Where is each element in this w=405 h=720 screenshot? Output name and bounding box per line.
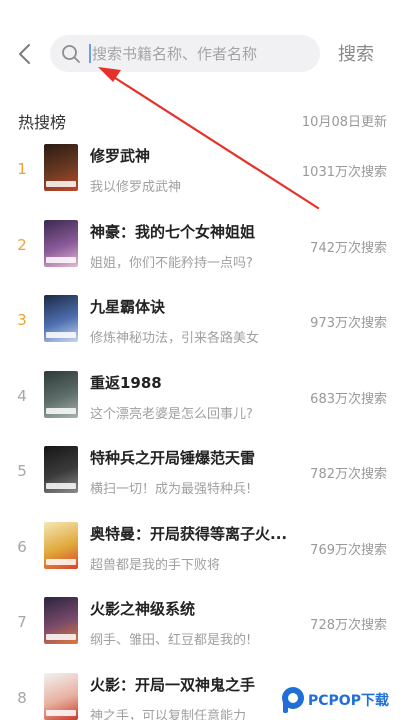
watermark: PCPOP下载 bbox=[278, 684, 405, 720]
book-description: 超兽都是我的手下败将 bbox=[90, 557, 221, 573]
search-input[interactable] bbox=[92, 35, 312, 72]
update-time: 10月08日更新 bbox=[301, 115, 387, 130]
book-title[interactable]: 火影之神级系统 bbox=[90, 598, 195, 619]
book-description: 横扫一切！成为最强特种兵! bbox=[90, 482, 252, 497]
cover-title-strip bbox=[46, 181, 76, 187]
cover-title-strip bbox=[46, 634, 76, 640]
book-title[interactable]: 九星霸体诀 bbox=[90, 296, 165, 317]
rank-number: 4 bbox=[17, 386, 27, 405]
cover-title-strip bbox=[46, 256, 76, 263]
book-cover[interactable] bbox=[44, 295, 78, 342]
book-cover[interactable] bbox=[44, 144, 78, 191]
search-button[interactable]: 搜索 bbox=[338, 40, 374, 66]
book-cover[interactable] bbox=[44, 219, 78, 267]
top-bar: 搜索 bbox=[0, 0, 405, 100]
search-count: 728万次搜索 bbox=[310, 618, 387, 633]
search-bar[interactable] bbox=[50, 35, 320, 72]
search-icon bbox=[62, 45, 80, 63]
book-title[interactable]: 神豪：我的七个女神姐姐 bbox=[90, 221, 255, 242]
cover-title-strip bbox=[46, 332, 76, 338]
book-description: 修炼神秘功法，引来各路美女 bbox=[90, 331, 260, 346]
search-count: 973万次搜索 bbox=[310, 316, 387, 331]
rank-number: 1 bbox=[17, 160, 27, 178]
book-title[interactable]: 特种兵之开局锤爆范天雷 bbox=[90, 447, 255, 468]
book-cover[interactable] bbox=[44, 521, 78, 569]
search-count: 782万次搜索 bbox=[310, 467, 387, 482]
rank-number: 7 bbox=[17, 613, 27, 631]
book-description: 纲手、雏田、红豆都是我的! bbox=[90, 633, 252, 648]
text-cursor bbox=[89, 44, 91, 63]
rank-number: 8 bbox=[17, 688, 27, 707]
rank-number: 6 bbox=[17, 537, 27, 556]
watermark-text: PCPOP下载 bbox=[308, 693, 389, 709]
book-cover[interactable] bbox=[44, 597, 78, 644]
book-cover[interactable] bbox=[44, 672, 78, 720]
book-title[interactable]: 火影：开局一双神鬼之手 bbox=[90, 674, 255, 695]
book-description: 神之手，可以复制任意能力 bbox=[90, 708, 247, 720]
pcpop-logo-icon bbox=[282, 687, 304, 713]
rank-number: 5 bbox=[17, 462, 27, 480]
cover-title-strip bbox=[46, 558, 76, 565]
cover-title-strip bbox=[46, 407, 76, 414]
search-count: 769万次搜索 bbox=[310, 542, 387, 558]
rank-number: 3 bbox=[17, 311, 27, 329]
back-arrow-icon[interactable] bbox=[14, 40, 36, 68]
book-title[interactable]: 奥特曼：开局获得等离子火... bbox=[90, 523, 287, 544]
book-description: 姐姐，你们不能矜持一点吗? bbox=[90, 255, 253, 271]
cover-title-strip bbox=[46, 483, 76, 489]
hot-search-item[interactable]: 2 神豪：我的七个女神姐姐姐姐，你们不能矜持一点吗? 742万次搜索 bbox=[0, 213, 405, 289]
book-cover[interactable] bbox=[44, 446, 78, 493]
book-title[interactable]: 重返1988 bbox=[90, 372, 162, 393]
book-title[interactable]: 修罗武神 bbox=[90, 145, 150, 166]
hot-search-header: 热搜榜 10月08日更新 bbox=[0, 108, 405, 132]
hot-search-item[interactable]: 4 重返1988 这个漂亮老婆是怎么回事儿? 683万次搜索 bbox=[0, 364, 405, 440]
hot-search-item[interactable]: 1 修罗武神我以修罗成武神 1031万次搜索 bbox=[0, 137, 405, 213]
book-description: 这个漂亮老婆是怎么回事儿? bbox=[90, 406, 253, 422]
search-count: 742万次搜索 bbox=[310, 240, 387, 256]
book-description: 我以修罗成武神 bbox=[90, 180, 182, 195]
hot-search-item[interactable]: 5 特种兵之开局锤爆范天雷横扫一切！成为最强特种兵! 782万次搜索 bbox=[0, 439, 405, 515]
search-count: 1031万次搜索 bbox=[301, 165, 387, 180]
cover-title-strip bbox=[46, 709, 76, 716]
hot-search-item[interactable]: 3 九星霸体诀修炼神秘功法，引来各路美女 973万次搜索 bbox=[0, 288, 405, 364]
hot-search-item[interactable]: 7 火影之神级系统纲手、雏田、红豆都是我的! 728万次搜索 bbox=[0, 590, 405, 666]
hot-search-list: 1 修罗武神我以修罗成武神 1031万次搜索 2 神豪：我的七个女神姐姐姐姐，你们不能矜… bbox=[0, 137, 405, 720]
hot-search-title: 热搜榜 bbox=[18, 113, 67, 132]
rank-number: 2 bbox=[17, 235, 27, 254]
book-cover[interactable] bbox=[44, 370, 78, 418]
hot-search-item[interactable]: 6 奥特曼：开局获得等离子火... 超兽都是我的手下败将 769万次搜索 bbox=[0, 515, 405, 591]
search-count: 683万次搜索 bbox=[310, 391, 387, 407]
